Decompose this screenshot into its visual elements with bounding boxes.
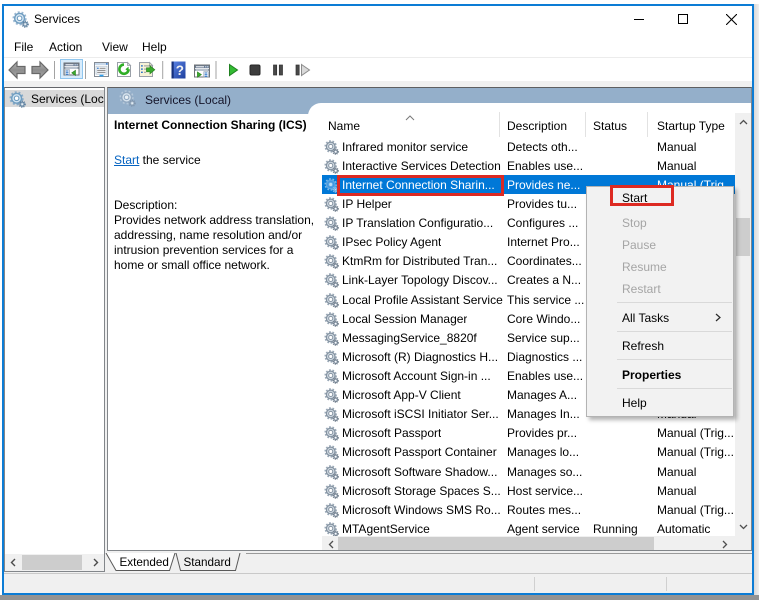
svg-text:?: ? [176,63,184,78]
svg-text:Standard: Standard [184,556,231,569]
svg-text:Extended: Extended [120,556,169,569]
